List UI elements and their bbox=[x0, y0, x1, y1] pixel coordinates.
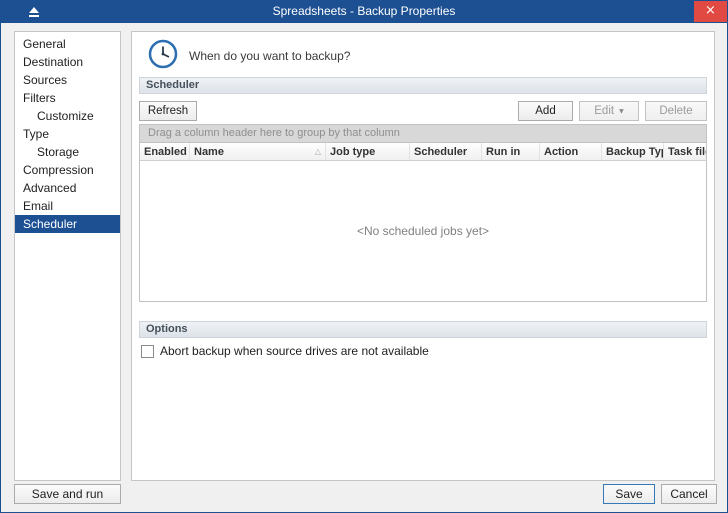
clock-icon bbox=[147, 38, 179, 73]
column-header-scheduler[interactable]: Scheduler bbox=[410, 143, 482, 160]
column-header-job-type[interactable]: Job type bbox=[326, 143, 410, 160]
save-and-run-button[interactable]: Save and run bbox=[14, 484, 121, 504]
group-by-panel[interactable]: Drag a column header here to group by th… bbox=[140, 125, 706, 143]
refresh-button[interactable]: Refresh bbox=[139, 101, 197, 121]
empty-grid-message: <No scheduled jobs yet> bbox=[357, 224, 489, 238]
sidebar-item-scheduler[interactable]: Scheduler bbox=[15, 215, 120, 233]
column-header-name[interactable]: Name △ bbox=[190, 143, 326, 160]
sort-ascending-icon: △ bbox=[315, 147, 321, 156]
scheduler-section-header: Scheduler bbox=[139, 77, 707, 94]
delete-button[interactable]: Delete bbox=[645, 101, 707, 121]
add-button[interactable]: Add bbox=[518, 101, 573, 121]
abort-backup-checkbox[interactable] bbox=[141, 345, 154, 358]
column-header-task-file[interactable]: Task file bbox=[664, 143, 706, 160]
column-header-action[interactable]: Action bbox=[540, 143, 602, 160]
sidebar-item-customize[interactable]: Customize bbox=[15, 107, 120, 125]
close-icon: × bbox=[705, 3, 716, 18]
sidebar-item-compression[interactable]: Compression bbox=[15, 161, 120, 179]
options-section-title: Options bbox=[146, 323, 188, 335]
cancel-button[interactable]: Cancel bbox=[661, 484, 717, 504]
scheduler-toolbar: Refresh Add Edit ▼ Delete bbox=[139, 101, 707, 121]
titlebar[interactable]: Spreadsheets - Backup Properties × bbox=[1, 1, 727, 23]
grid-body: <No scheduled jobs yet> bbox=[140, 161, 706, 301]
scheduler-grid: Drag a column header here to group by th… bbox=[139, 124, 707, 302]
window-title: Spreadsheets - Backup Properties bbox=[1, 1, 727, 23]
close-button[interactable]: × bbox=[694, 1, 727, 22]
column-header-name-label: Name bbox=[194, 146, 224, 158]
sidebar-item-destination[interactable]: Destination bbox=[15, 53, 120, 71]
grid-column-headers: Enabled Name △ Job type Scheduler Run in… bbox=[140, 143, 706, 161]
abort-backup-label: Abort backup when source drives are not … bbox=[160, 344, 429, 358]
sidebar-item-advanced[interactable]: Advanced bbox=[15, 179, 120, 197]
sidebar-item-storage[interactable]: Storage bbox=[15, 143, 120, 161]
edit-button[interactable]: Edit ▼ bbox=[579, 101, 639, 121]
sidebar-item-filters[interactable]: Filters bbox=[15, 89, 120, 107]
edit-button-label: Edit bbox=[594, 105, 614, 117]
main-panel: When do you want to backup? Scheduler Re… bbox=[131, 31, 715, 481]
abort-backup-option[interactable]: Abort backup when source drives are not … bbox=[141, 344, 429, 358]
column-header-run-in[interactable]: Run in bbox=[482, 143, 540, 160]
dialog-body: General Destination Sources Filters Cust… bbox=[1, 23, 727, 512]
sidebar-item-general[interactable]: General bbox=[15, 35, 120, 53]
sidebar-item-email[interactable]: Email bbox=[15, 197, 120, 215]
sidebar: General Destination Sources Filters Cust… bbox=[14, 31, 121, 481]
toolbar-right-group: Add Edit ▼ Delete bbox=[518, 101, 707, 121]
sidebar-item-type[interactable]: Type bbox=[15, 125, 120, 143]
save-button[interactable]: Save bbox=[603, 484, 655, 504]
backup-properties-window: Spreadsheets - Backup Properties × Gener… bbox=[0, 0, 728, 513]
column-header-backup-type[interactable]: Backup Type bbox=[602, 143, 664, 160]
sidebar-item-sources[interactable]: Sources bbox=[15, 71, 120, 89]
page-question: When do you want to backup? bbox=[189, 49, 350, 63]
options-section-header: Options bbox=[139, 321, 707, 338]
column-header-enabled[interactable]: Enabled bbox=[140, 143, 190, 160]
scheduler-section-title: Scheduler bbox=[146, 79, 199, 91]
chevron-down-icon: ▼ bbox=[619, 108, 624, 115]
